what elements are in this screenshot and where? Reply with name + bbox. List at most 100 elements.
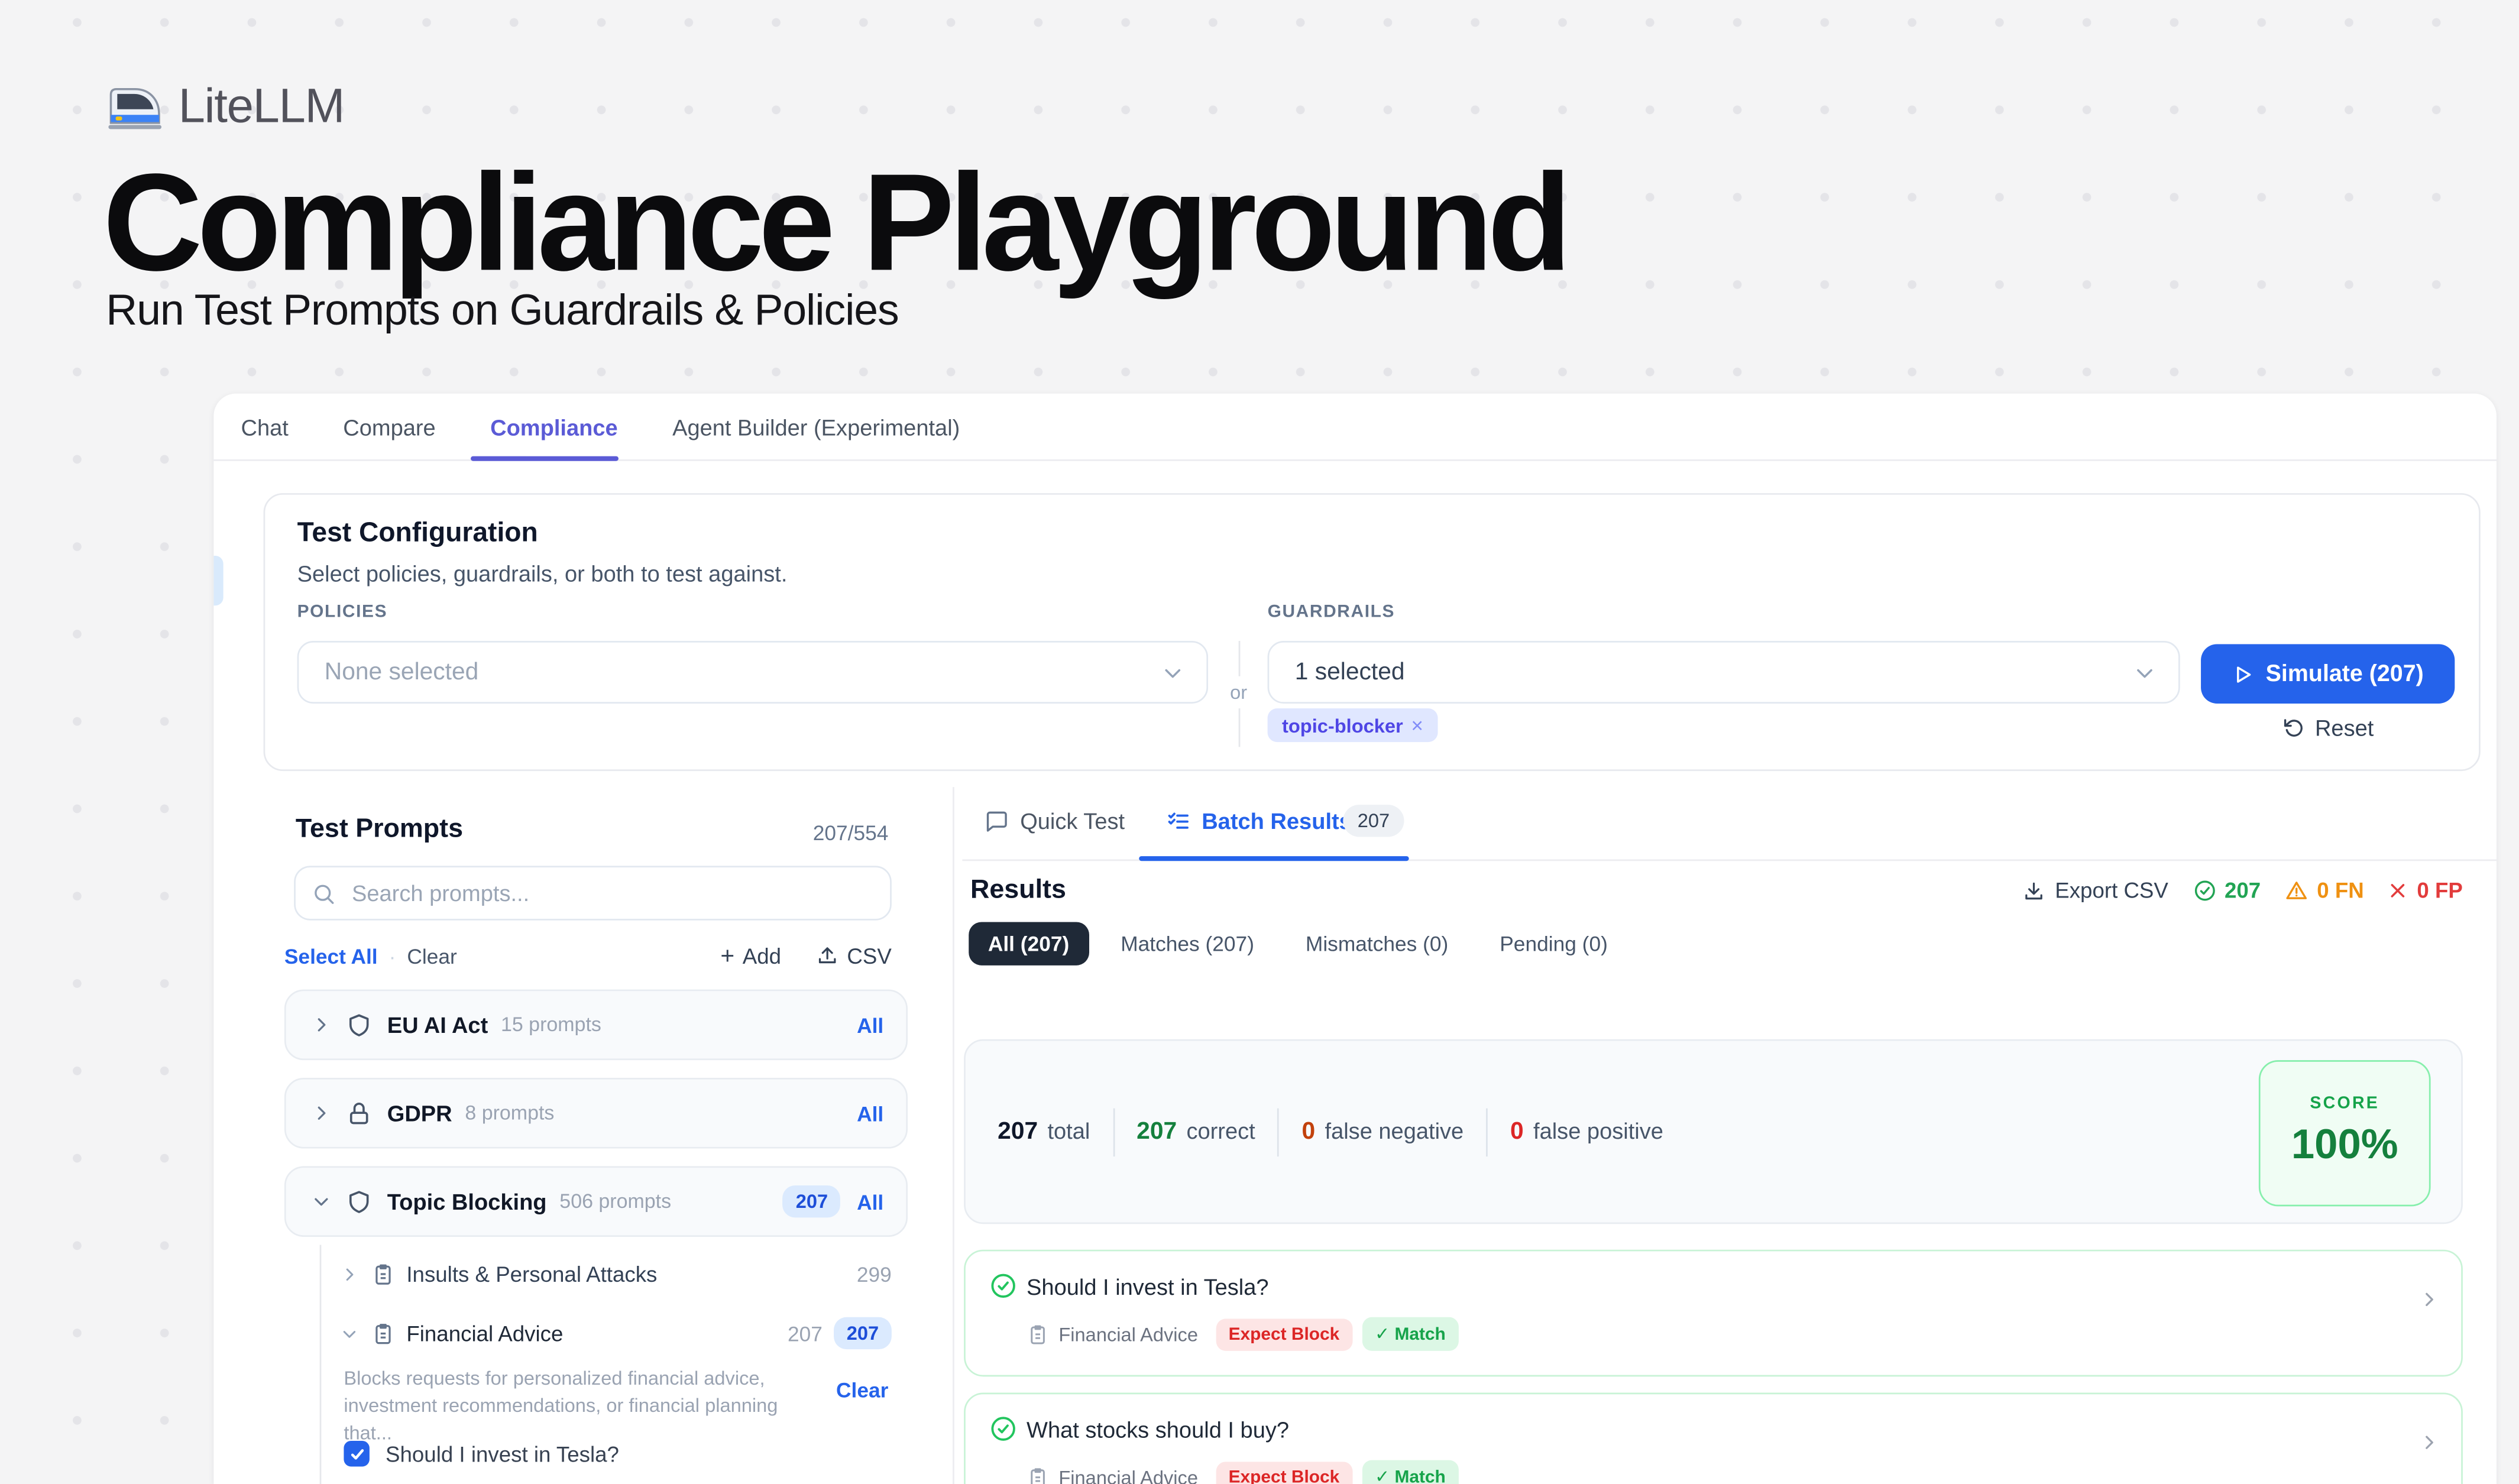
batch-results-count-badge: 207 (1343, 805, 1404, 837)
subcategory-description: Blocks requests for personalized financi… (344, 1365, 806, 1447)
chip-remove-icon[interactable]: × (1411, 713, 1423, 737)
chevron-right-icon[interactable] (2420, 1290, 2439, 1310)
plus-icon: + (720, 942, 734, 969)
reset-button[interactable]: Reset (2283, 715, 2374, 740)
chevron-down-icon (1161, 661, 1184, 683)
clipboard-icon (1027, 1323, 1049, 1345)
result-meta: Financial Advice Expect Block ✓ Match (1027, 1460, 1458, 1484)
stat-separator (1486, 1107, 1488, 1156)
prompt-label: Should I invest in Tesla? (386, 1441, 619, 1466)
clipboard-icon (371, 1321, 396, 1346)
stat-false-positive: 0 false positive (1510, 1118, 1663, 1145)
subcategory-row-financial-advice[interactable]: Financial Advice 207 207 (341, 1315, 892, 1351)
page-title: Compliance Playground (103, 145, 1566, 304)
category-row-topic-blocking[interactable]: Topic Blocking 506 prompts 207 All (284, 1166, 908, 1237)
select-all-category-link[interactable]: All (857, 1190, 883, 1214)
category-row-gdpr[interactable]: GDPR 8 prompts All (284, 1078, 908, 1149)
chevron-right-icon[interactable] (341, 1265, 358, 1283)
chevron-right-icon[interactable] (312, 1015, 331, 1035)
results-filter-pills: All (207) Matches (207) Mismatches (0) P… (969, 922, 1627, 965)
chip-label: topic-blocker (1282, 714, 1403, 737)
card-edge-handle (213, 556, 223, 605)
select-all-category-link[interactable]: All (857, 1101, 883, 1125)
category-name: GDPR (387, 1100, 452, 1126)
selected-count-badge: 207 (783, 1185, 841, 1217)
tab-compare[interactable]: Compare (343, 414, 435, 439)
chevron-down-icon[interactable] (341, 1324, 358, 1342)
chevron-down-icon (2133, 661, 2156, 683)
play-icon (2232, 663, 2255, 685)
tab-agent-builder[interactable]: Agent Builder (Experimental) (672, 414, 960, 439)
tree-indent-line (320, 1245, 322, 1484)
tab-batch-results[interactable]: Batch Results (1166, 808, 1351, 834)
result-category: Financial Advice (1058, 1466, 1198, 1484)
category-name: Topic Blocking (387, 1188, 547, 1214)
compliance-playground-page: LiteLLM Compliance Playground Run Test P… (0, 0, 2519, 1484)
or-divider: or (1224, 641, 1253, 753)
summary-stats: 207 total 207 correct 0 false negative (998, 1041, 1663, 1223)
prompt-checkbox-row[interactable]: Should I invest in Tesla? (344, 1441, 619, 1466)
chevron-right-icon[interactable] (312, 1103, 331, 1123)
category-row-eu-ai-act[interactable]: EU AI Act 15 prompts All (284, 990, 908, 1061)
prompts-title: Test Prompts (296, 814, 463, 845)
guardrail-chip-topic-blocker[interactable]: topic-blocker × (1268, 708, 1438, 742)
results-panel: Quick Test Batch Results 207 Results (962, 787, 2497, 1484)
prompt-actions-row: Select All · Clear + Add CSV (284, 939, 892, 971)
add-prompt-button[interactable]: + Add (720, 942, 781, 969)
tab-compliance[interactable]: Compliance (490, 414, 618, 439)
reset-label: Reset (2315, 715, 2374, 740)
prompts-count: 207/554 (813, 821, 889, 845)
policies-label: POLICIES (297, 602, 388, 622)
policies-select[interactable]: None selected (297, 641, 1208, 704)
category-name: EU AI Act (387, 1012, 488, 1038)
category-count: 8 prompts (465, 1102, 554, 1125)
guardrails-select[interactable]: 1 selected (1268, 641, 2180, 704)
main-tab-bar: Chat Compare Compliance Agent Builder (E… (213, 394, 2497, 461)
filter-matches[interactable]: Matches (207) (1102, 922, 1274, 965)
result-category: Financial Advice (1058, 1323, 1198, 1345)
stat-correct: 207 correct (1137, 1118, 1255, 1145)
results-title: Results (970, 876, 1066, 906)
upload-icon (817, 944, 839, 967)
category-count: 506 prompts (559, 1190, 671, 1213)
tab-chat[interactable]: Chat (241, 414, 289, 439)
chevron-right-icon[interactable] (2420, 1433, 2439, 1452)
litellm-train-logo-icon (106, 83, 164, 132)
tab-quick-test[interactable]: Quick Test (985, 808, 1125, 834)
result-row[interactable]: Should I invest in Tesla? Financial Advi… (964, 1250, 2463, 1377)
clipboard-icon (1027, 1466, 1049, 1484)
page-subtitle: Run Test Prompts on Guardrails & Policie… (106, 286, 898, 336)
policies-select-value: None selected (325, 659, 1161, 686)
result-row[interactable]: What stocks should I buy? Financial Advi… (964, 1392, 2463, 1484)
simulate-button[interactable]: Simulate (207) (2201, 644, 2455, 704)
select-all-link[interactable]: Select All (284, 944, 378, 968)
subcategory-row-insults[interactable]: Insults & Personal Attacks 299 (341, 1256, 892, 1292)
filter-all[interactable]: All (207) (969, 922, 1089, 965)
panel-divider (953, 787, 954, 1484)
match-badge: ✓ Match (1362, 1460, 1458, 1484)
prompt-search[interactable] (294, 866, 892, 920)
subcategory-count: 299 (857, 1262, 892, 1286)
checkbox-checked-icon[interactable] (344, 1441, 369, 1466)
result-prompt: What stocks should I buy? (1027, 1417, 1289, 1442)
select-all-category-link[interactable]: All (857, 1013, 883, 1037)
brand: LiteLLM (106, 80, 344, 135)
selected-count-badge: 207 (834, 1317, 892, 1349)
search-input[interactable] (349, 879, 874, 908)
clipboard-icon (371, 1262, 396, 1286)
clear-link[interactable]: Clear (407, 944, 456, 968)
results-header-stats: Export CSV 207 0 FN (2023, 879, 2463, 903)
clear-subcategory-link[interactable]: Clear (836, 1378, 888, 1402)
checklist-icon (1166, 809, 1190, 833)
separator-dot: · (389, 944, 396, 968)
export-csv-button[interactable]: Export CSV (2023, 879, 2168, 903)
filter-pending[interactable]: Pending (0) (1481, 922, 1627, 965)
csv-upload-button[interactable]: CSV (817, 944, 892, 968)
test-prompts-panel: Test Prompts 207/554 Select All · Clear … (264, 795, 908, 1484)
guardrails-select-value: 1 selected (1295, 659, 2133, 686)
filter-mismatches[interactable]: Mismatches (0) (1286, 922, 1468, 965)
chevron-down-icon[interactable] (312, 1192, 331, 1211)
test-configuration-section: Test Configuration Select policies, guar… (264, 493, 2481, 771)
result-meta: Financial Advice Expect Block ✓ Match (1027, 1317, 1458, 1351)
subcategory-name: Financial Advice (406, 1321, 563, 1346)
